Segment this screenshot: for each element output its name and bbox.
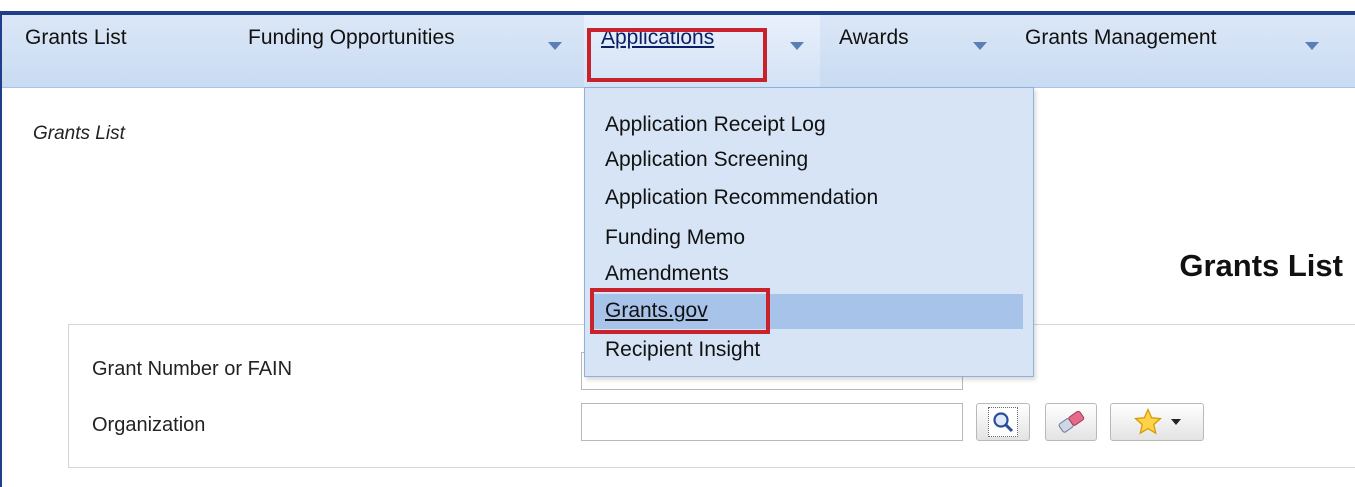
organization-label: Organization xyxy=(92,414,206,436)
organization-input[interactable] xyxy=(581,403,963,441)
magnifier-icon xyxy=(988,407,1018,437)
nav-funding-opportunities[interactable]: Funding Opportunities xyxy=(248,26,455,50)
chevron-down-icon[interactable] xyxy=(790,42,804,50)
eraser-icon xyxy=(1056,411,1086,433)
menu-item-application-recommendation[interactable]: Application Recommendation xyxy=(605,186,878,210)
caret-down-icon xyxy=(1171,419,1181,425)
menu-item-application-receipt-log[interactable]: Application Receipt Log xyxy=(605,113,826,137)
menu-item-amendments[interactable]: Amendments xyxy=(605,262,729,286)
top-whitespace xyxy=(0,0,1355,11)
chevron-down-icon[interactable] xyxy=(1305,42,1319,50)
annotation-highlight-grants-gov xyxy=(590,288,770,334)
menu-item-application-screening[interactable]: Application Screening xyxy=(605,148,808,172)
star-icon xyxy=(1133,407,1163,437)
lookup-button[interactable] xyxy=(976,403,1030,441)
annotation-highlight-applications xyxy=(587,28,767,82)
chevron-down-icon[interactable] xyxy=(548,42,562,50)
page-title: Grants List xyxy=(1179,248,1343,283)
breadcrumb: Grants List xyxy=(33,123,125,144)
clear-button[interactable] xyxy=(1045,403,1097,441)
menu-item-recipient-insight[interactable]: Recipient Insight xyxy=(605,338,760,362)
menu-item-funding-memo[interactable]: Funding Memo xyxy=(605,226,745,250)
nav-grants-list[interactable]: Grants List xyxy=(25,26,127,50)
chevron-down-icon[interactable] xyxy=(973,42,987,50)
favorites-button[interactable] xyxy=(1110,403,1204,441)
grant-number-label: Grant Number or FAIN xyxy=(92,358,293,380)
nav-grants-management[interactable]: Grants Management xyxy=(1025,26,1216,50)
nav-awards[interactable]: Awards xyxy=(839,26,909,50)
